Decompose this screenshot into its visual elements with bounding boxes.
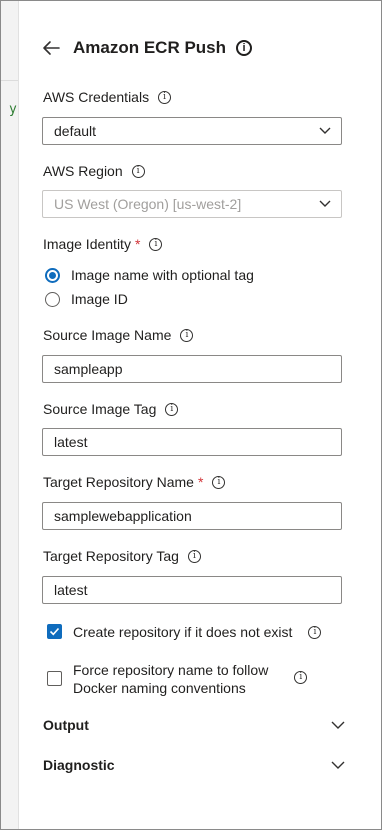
create-repository-checkbox[interactable] bbox=[47, 624, 62, 639]
source-image-name-input[interactable]: sampleapp bbox=[42, 355, 342, 383]
aws-region-select[interactable]: US West (Oregon) [us-west-2] bbox=[42, 190, 342, 218]
checkmark-icon bbox=[49, 627, 60, 636]
info-icon[interactable]: i bbox=[308, 626, 322, 639]
source-image-name-label: Source Image Name i bbox=[43, 327, 194, 343]
chevron-down-icon bbox=[331, 761, 345, 769]
info-icon[interactable]: i bbox=[212, 475, 226, 489]
back-arrow-icon[interactable] bbox=[41, 38, 61, 58]
aws-region-label: AWS Region i bbox=[43, 163, 145, 179]
create-repository-checkbox-row[interactable]: Create repository if it does not exist i bbox=[47, 623, 322, 641]
aws-credentials-label: AWS Credentials i bbox=[43, 89, 172, 105]
output-section-header[interactable]: Output bbox=[43, 713, 345, 737]
image-identity-label: Image Identity * i bbox=[43, 236, 163, 252]
editor-gutter bbox=[1, 1, 19, 829]
required-marker: * bbox=[197, 474, 204, 490]
info-icon[interactable]: i bbox=[165, 402, 179, 416]
target-repository-tag-input[interactable]: latest bbox=[42, 576, 342, 604]
radio-button-selected[interactable] bbox=[45, 267, 60, 283]
target-repository-tag-label: Target Repository Tag i bbox=[43, 548, 201, 564]
gutter-divider bbox=[1, 80, 18, 81]
info-icon[interactable]: i bbox=[236, 40, 253, 56]
chevron-down-icon bbox=[319, 200, 331, 207]
source-image-tag-input[interactable]: latest bbox=[42, 428, 342, 456]
source-image-tag-label: Source Image Tag i bbox=[43, 401, 179, 417]
info-icon[interactable]: i bbox=[131, 164, 145, 178]
info-icon[interactable]: i bbox=[149, 237, 163, 251]
info-icon[interactable]: i bbox=[180, 328, 194, 342]
required-marker: * bbox=[134, 236, 141, 252]
radio-button[interactable] bbox=[45, 291, 60, 307]
radio-image-name-with-tag[interactable]: Image name with optional tag bbox=[45, 267, 254, 283]
target-repository-name-label: Target Repository Name * i bbox=[43, 474, 226, 490]
info-icon[interactable]: i bbox=[187, 549, 201, 563]
chevron-down-icon bbox=[331, 721, 345, 729]
diagnostic-section-header[interactable]: Diagnostic bbox=[43, 753, 345, 777]
target-repository-name-input[interactable]: samplewebapplication bbox=[42, 502, 342, 530]
force-naming-label-line1: Force repository name to follow bbox=[73, 662, 269, 678]
task-settings-panel: Amazon ECR Push i AWS Credentials i defa… bbox=[19, 1, 381, 829]
force-naming-checkbox-row[interactable]: Force repository name to follow Docker n… bbox=[47, 661, 308, 697]
editor-code-fragment: y bbox=[9, 102, 17, 117]
chevron-down-icon bbox=[319, 127, 331, 134]
info-icon[interactable]: i bbox=[158, 90, 172, 104]
radio-image-id[interactable]: Image ID bbox=[45, 291, 128, 307]
info-icon[interactable]: i bbox=[294, 671, 308, 684]
panel-title: Amazon ECR Push bbox=[73, 38, 227, 57]
aws-credentials-select[interactable]: default bbox=[42, 117, 342, 145]
panel-header: Amazon ECR Push i bbox=[41, 35, 253, 61]
force-naming-checkbox[interactable] bbox=[47, 671, 62, 686]
force-naming-label-line2: Docker naming conventions bbox=[73, 680, 246, 696]
